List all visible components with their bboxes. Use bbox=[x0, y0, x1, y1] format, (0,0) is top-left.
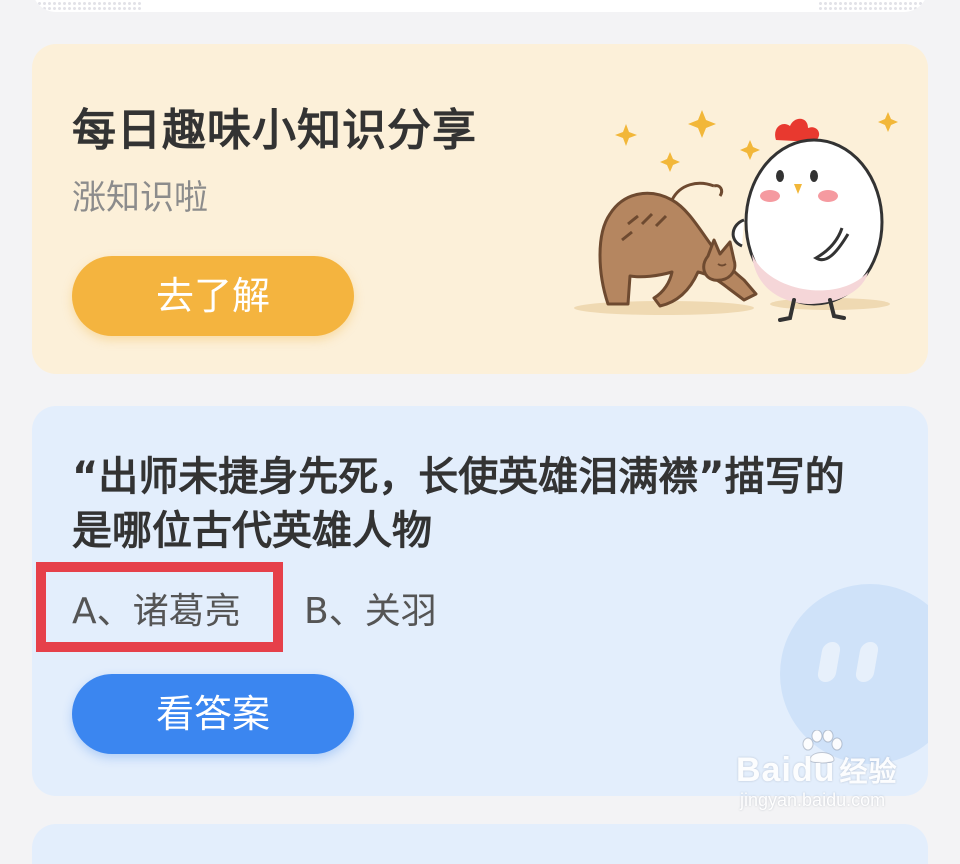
previous-card-edge bbox=[32, 0, 928, 12]
watermark-logo-latin: Baidu bbox=[736, 751, 836, 789]
bubble-eye bbox=[854, 642, 880, 682]
watermark-url: jingyan.baidu.com bbox=[740, 790, 886, 810]
knowledge-card-title: 每日趣味小知识分享 bbox=[72, 105, 477, 156]
bubble-eye bbox=[816, 642, 842, 682]
option-a[interactable]: A、诸葛亮 bbox=[72, 582, 241, 634]
view-answer-button[interactable]: 看答案 bbox=[72, 674, 354, 754]
option-b[interactable]: B、关羽 bbox=[304, 582, 437, 634]
knowledge-card-subtitle: 涨知识啦 bbox=[72, 178, 208, 218]
baidu-jingyan-watermark: Baidu 经验 jingyan.baidu.com bbox=[736, 730, 916, 814]
watermark-logo-cn: 经验 bbox=[839, 755, 898, 788]
watermark-logo: Baidu 经验 bbox=[736, 750, 897, 790]
cat-and-chick-illustration bbox=[574, 110, 898, 322]
cat-figure bbox=[598, 181, 758, 308]
next-card-edge bbox=[32, 824, 928, 864]
dotted-decoration bbox=[818, 1, 928, 12]
dotted-decoration bbox=[32, 1, 142, 12]
knowledge-card[interactable]: 每日趣味小知识分享 涨知识啦 去了解 bbox=[32, 44, 928, 374]
quiz-question: “出师未捷身先死，长使英雄泪满襟”描写的是哪位古代英雄人物 bbox=[72, 454, 845, 554]
learn-more-button[interactable]: 去了解 bbox=[72, 256, 354, 336]
